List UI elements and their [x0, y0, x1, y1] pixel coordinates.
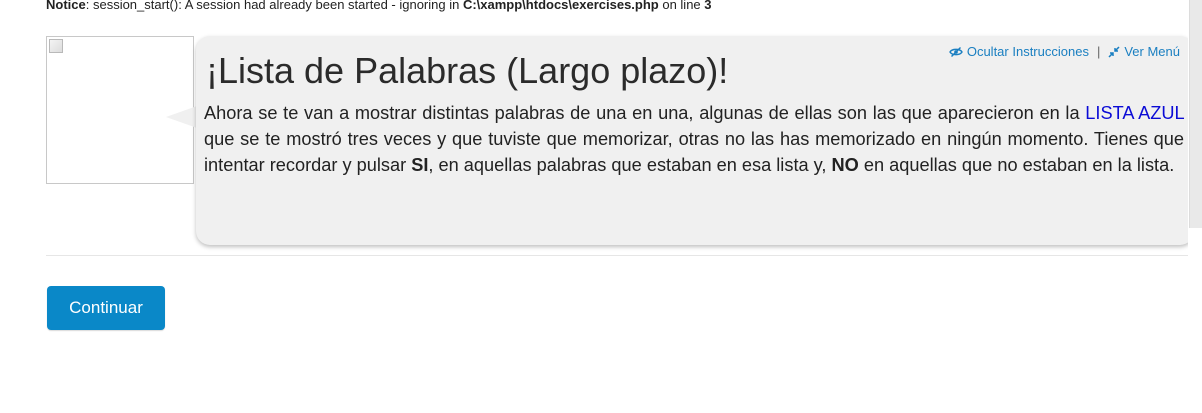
broken-image-icon	[49, 39, 63, 53]
section-divider	[46, 255, 1188, 256]
show-menu-link[interactable]: Ver Menú	[1108, 44, 1180, 59]
compress-arrows-icon	[1108, 45, 1120, 58]
toolbar-separator: |	[1096, 44, 1101, 59]
notice-message: : session_start(): A session had already…	[85, 0, 463, 12]
eye-slash-icon	[949, 46, 963, 57]
instructions-text: Ahora se te van a mostrar distintas pala…	[204, 100, 1184, 178]
instructions-text-part3: , en aquellas palabras que estaban en es…	[428, 155, 832, 175]
page-title: ¡Lista de Palabras (Largo plazo)!	[206, 50, 729, 91]
show-menu-label: Ver Menú	[1124, 44, 1180, 59]
instructions-text-part4: en aquellas que no estaban en la lista.	[858, 155, 1175, 175]
hide-instructions-label: Ocultar Instrucciones	[966, 44, 1089, 59]
continue-button[interactable]: Continuar	[47, 286, 165, 330]
no-keyword: NO	[831, 155, 859, 175]
hide-instructions-link[interactable]: Ocultar Instrucciones	[949, 44, 1089, 59]
notice-line-text: on line	[658, 0, 705, 12]
notice-line-number: 3	[704, 0, 712, 12]
blue-list-link[interactable]: LISTA AZUL	[1085, 103, 1184, 123]
instructions-text-part1: Ahora se te van a mostrar distintas pala…	[204, 103, 1086, 123]
yes-keyword: SI	[411, 155, 429, 175]
notice-path: C:\xampp\htdocs\exercises.php	[462, 0, 659, 12]
notice-label: Notice	[46, 0, 86, 12]
instructions-panel: Ocultar Instrucciones | Ver Menú ¡Lista …	[196, 36, 1194, 245]
scrollbar-thumb[interactable]	[1189, 0, 1202, 228]
php-notice: Notice: session_start(): A session had a…	[46, 0, 712, 12]
speech-bubble-tail	[166, 106, 197, 128]
instructions-toolbar: Ocultar Instrucciones | Ver Menú	[949, 44, 1180, 59]
